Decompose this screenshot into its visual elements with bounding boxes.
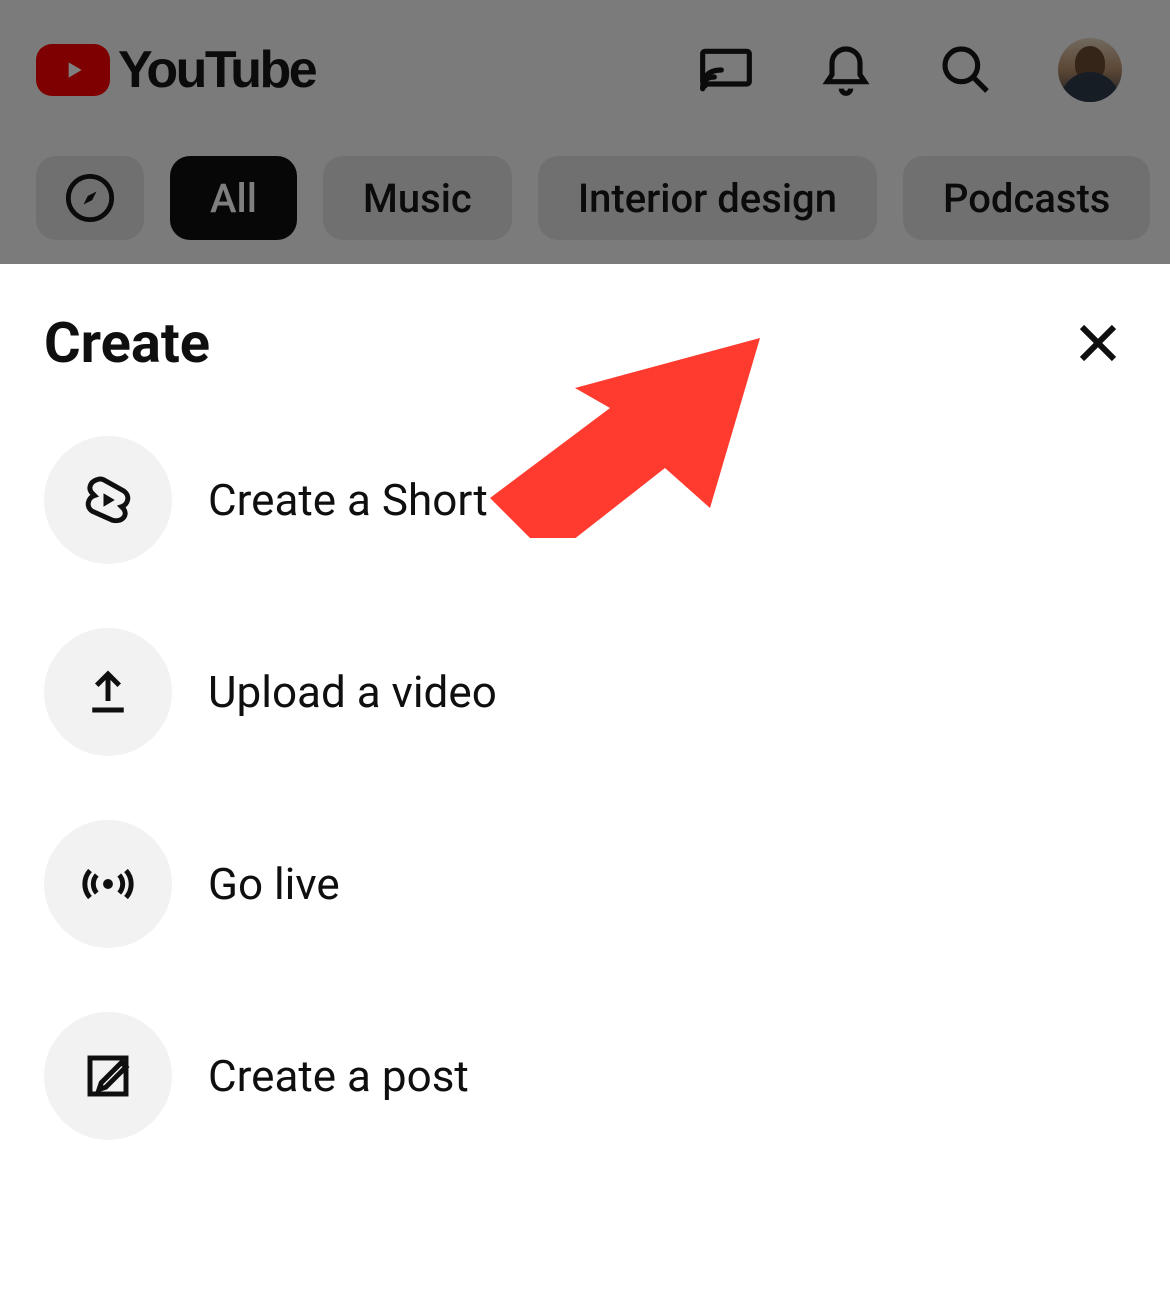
sheet-item-label: Go live <box>208 858 340 910</box>
sheet-item-label: Create a post <box>208 1050 469 1102</box>
upload-video-item[interactable]: Upload a video <box>44 628 1126 756</box>
create-sheet: Create Create a Short Upload a video Go … <box>0 264 1170 1315</box>
sheet-item-label: Create a Short <box>208 474 488 526</box>
close-icon <box>1074 319 1122 367</box>
sheet-item-label: Upload a video <box>208 666 497 718</box>
upload-icon <box>44 628 172 756</box>
create-post-item[interactable]: Create a post <box>44 1012 1126 1140</box>
sheet-title: Create <box>44 310 210 376</box>
modal-scrim[interactable] <box>0 0 1170 264</box>
live-icon <box>44 820 172 948</box>
close-button[interactable] <box>1070 315 1126 371</box>
go-live-item[interactable]: Go live <box>44 820 1126 948</box>
sheet-header: Create <box>44 310 1126 376</box>
create-short-item[interactable]: Create a Short <box>44 436 1126 564</box>
post-icon <box>44 1012 172 1140</box>
shorts-icon <box>44 436 172 564</box>
